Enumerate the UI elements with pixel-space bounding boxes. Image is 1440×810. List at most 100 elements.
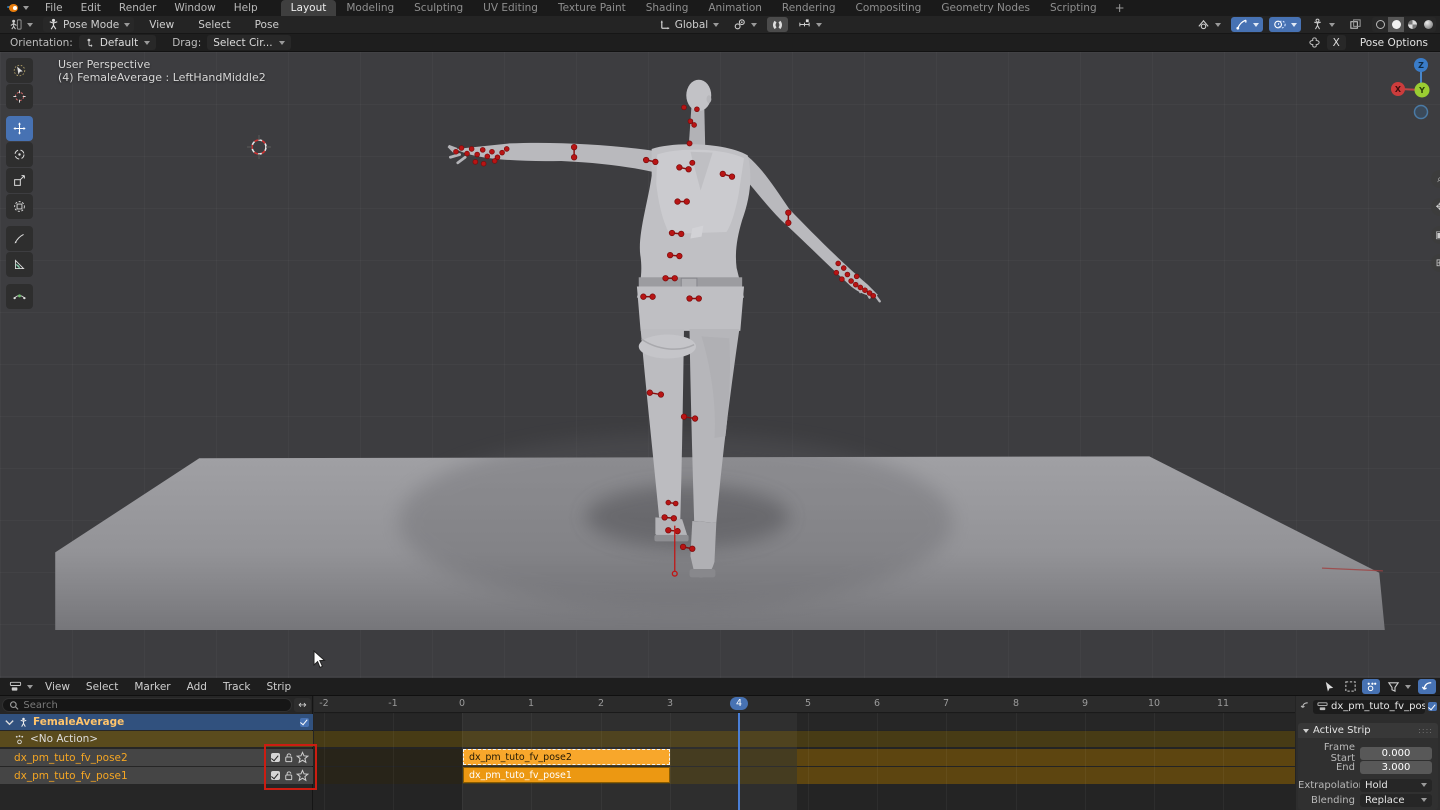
breakdowner-icon: [13, 290, 26, 303]
tool-select-tweak[interactable]: [6, 58, 33, 83]
search-input[interactable]: [23, 700, 285, 711]
nla-filter-dropdown[interactable]: [1383, 679, 1415, 694]
menu-select[interactable]: Select: [189, 17, 239, 33]
tab-scripting[interactable]: Scripting: [1040, 0, 1107, 16]
pivot-point-dropdown[interactable]: [729, 17, 761, 32]
strip-enable-checkbox[interactable]: [1428, 702, 1437, 711]
gizmos-toggle-dropdown[interactable]: [1231, 17, 1263, 32]
chevron-down-icon: [1421, 798, 1427, 802]
navigation-gizmo[interactable]: Z X Y: [1388, 56, 1440, 126]
snap-toggle[interactable]: [767, 17, 788, 32]
tab-uv-editing[interactable]: UV Editing: [473, 0, 548, 16]
nla-sidebar: dx_pm_tuto_fv_pose2 Active Strip :::: Fr…: [1296, 696, 1440, 810]
viewport-3d[interactable]: User Perspective (4) FemaleAverage : Lef…: [0, 52, 1440, 678]
menu-render[interactable]: Render: [110, 0, 165, 16]
editor-type-button[interactable]: [5, 17, 37, 32]
playhead-line[interactable]: [738, 713, 740, 810]
tab-shading[interactable]: Shading: [636, 0, 699, 16]
chevron-down-icon: [279, 41, 285, 45]
action-slot-label: <No Action>: [30, 733, 98, 745]
menu-view[interactable]: View: [140, 17, 183, 33]
toggle-region-button[interactable]: ↔: [294, 698, 311, 712]
extrapolation-dropdown[interactable]: Hold: [1360, 779, 1432, 792]
nla-menu-marker[interactable]: Marker: [126, 679, 178, 695]
drag-dropdown[interactable]: Select Cir...: [207, 35, 290, 50]
nla-frame-region-icon[interactable]: [1341, 679, 1359, 694]
transform-orientation-dropdown[interactable]: Global: [655, 17, 724, 32]
nla-timeline[interactable]: -2 -1 0 1 2 3 5 6 7 8 9 10 11 4 dx_pm_tu…: [314, 696, 1295, 810]
gizmo-z-label: Z: [1418, 61, 1424, 70]
collapse-chevron-icon[interactable]: [4, 717, 15, 728]
nla-strip-pose2[interactable]: dx_pm_tuto_fv_pose2: [463, 749, 670, 765]
timeline-ruler[interactable]: -2 -1 0 1 2 3 5 6 7 8 9 10 11 4: [314, 696, 1295, 713]
object-track-checkbox[interactable]: [300, 718, 309, 727]
shading-solid-button[interactable]: [1388, 17, 1404, 32]
frame-start-value[interactable]: 0.000: [1360, 747, 1432, 760]
search-field[interactable]: [2, 698, 292, 712]
xray-pose-dropdown[interactable]: [1307, 17, 1339, 32]
tab-sculpting[interactable]: Sculpting: [404, 0, 473, 16]
blending-dropdown[interactable]: Replace: [1360, 794, 1432, 807]
strip-name-field[interactable]: dx_pm_tuto_fv_pose2: [1313, 700, 1425, 714]
menu-file[interactable]: File: [36, 0, 72, 16]
tab-layout[interactable]: Layout: [281, 0, 337, 16]
tool-pose-breakdowner[interactable]: [6, 284, 33, 309]
nla-menu-track[interactable]: Track: [215, 679, 258, 695]
tab-compositing[interactable]: Compositing: [846, 0, 932, 16]
shading-material-button[interactable]: [1404, 17, 1420, 32]
nla-editor-type-button[interactable]: [5, 679, 37, 694]
nla-menu-view[interactable]: View: [37, 679, 78, 695]
menu-window[interactable]: Window: [165, 0, 224, 16]
active-strip-panel-header[interactable]: Active Strip ::::: [1298, 723, 1438, 738]
tab-animation[interactable]: Animation: [698, 0, 772, 16]
object-visibility-dropdown[interactable]: [1193, 17, 1225, 32]
close-tool-settings-button[interactable]: X: [1327, 35, 1346, 50]
add-workspace-button[interactable]: +: [1107, 0, 1133, 16]
nla-view-values-toggle[interactable]: [1362, 679, 1380, 694]
pivot-icon: [733, 18, 746, 31]
nla-menu-select[interactable]: Select: [78, 679, 126, 695]
nla-back-to-tweak-icon[interactable]: [1418, 679, 1436, 694]
blender-menu-button[interactable]: [0, 0, 36, 16]
blending-value: Replace: [1365, 795, 1405, 806]
ruler-tick: 6: [874, 698, 880, 709]
tool-scale[interactable]: [6, 168, 33, 193]
tab-geometry-nodes[interactable]: Geometry Nodes: [931, 0, 1040, 16]
mode-dropdown[interactable]: Pose Mode: [43, 17, 134, 32]
tab-texture-paint[interactable]: Texture Paint: [548, 0, 636, 16]
tool-annotate[interactable]: [6, 226, 33, 251]
pose-mode-icon: [47, 18, 60, 31]
nla-strip-pose1[interactable]: dx_pm_tuto_fv_pose1: [463, 767, 670, 783]
track-pose1-name: dx_pm_tuto_fv_pose1: [14, 770, 128, 782]
toggle-xray-button[interactable]: [1345, 17, 1366, 32]
shading-wireframe-button[interactable]: [1372, 17, 1388, 32]
active-strip-name: dx_pm_tuto_fv_pose2: [1331, 701, 1425, 712]
tab-rendering[interactable]: Rendering: [772, 0, 846, 16]
nla-select-tool-icon[interactable]: [1320, 679, 1338, 694]
shading-rendered-button[interactable]: [1420, 17, 1436, 32]
tool-transform[interactable]: [6, 194, 33, 219]
ruler-tick: 8: [1013, 698, 1019, 709]
chevron-down-icon: [751, 23, 757, 27]
snap-settings-dropdown[interactable]: [794, 17, 826, 32]
tab-modeling[interactable]: Modeling: [336, 0, 404, 16]
xray-box-icon: [1349, 18, 1362, 31]
end-value[interactable]: 3.000: [1360, 761, 1432, 774]
ruler-tick: 2: [598, 698, 604, 709]
ruler-tick: 5: [805, 698, 811, 709]
tool-measure[interactable]: [6, 252, 33, 277]
current-frame-badge[interactable]: 4: [730, 697, 748, 710]
pose-options-icon-button[interactable]: [1302, 35, 1327, 50]
tool-cursor[interactable]: [6, 84, 33, 109]
nla-menu-add[interactable]: Add: [179, 679, 215, 695]
track-row-object[interactable]: FemaleAverage: [0, 714, 313, 730]
menu-help[interactable]: Help: [225, 0, 267, 16]
nla-menu-strip[interactable]: Strip: [258, 679, 299, 695]
orientation-default-dropdown[interactable]: Default: [79, 35, 156, 50]
tool-rotate[interactable]: [6, 142, 33, 167]
menu-pose[interactable]: Pose: [246, 17, 288, 33]
annotation-red-box: [264, 744, 317, 790]
tool-move[interactable]: [6, 116, 33, 141]
menu-edit[interactable]: Edit: [72, 0, 110, 16]
overlays-toggle-dropdown[interactable]: [1269, 17, 1301, 32]
